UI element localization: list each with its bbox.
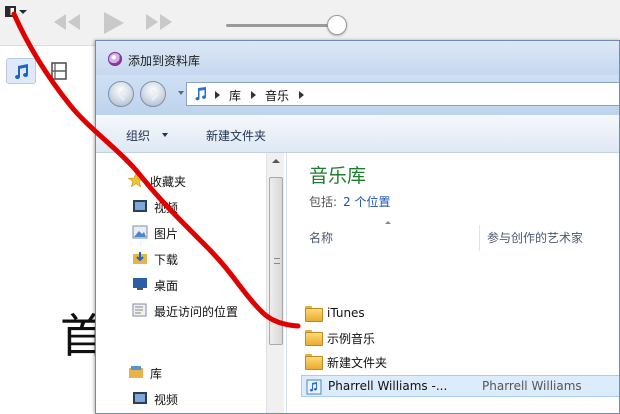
library-locations-link[interactable]: 2 个位置 bbox=[343, 195, 390, 209]
movies-tab[interactable] bbox=[44, 58, 74, 84]
recent-places-icon bbox=[132, 303, 147, 317]
film-icon bbox=[51, 62, 67, 80]
address-bar[interactable]: 库 音乐 bbox=[186, 82, 619, 106]
chevron-right-icon[interactable] bbox=[215, 91, 220, 99]
recent-locations-dropdown[interactable] bbox=[178, 91, 184, 95]
navigation-scrollbar[interactable] bbox=[266, 153, 284, 413]
command-bar: 组织 新建文件夹 bbox=[96, 115, 619, 153]
library-icon bbox=[129, 366, 143, 378]
folder-icon bbox=[305, 306, 323, 322]
scrollbar-thumb[interactable] bbox=[269, 177, 283, 345]
list-item-selected[interactable]: Pharrell Williams -... Pharrell Williams bbox=[301, 375, 619, 397]
column-header-name[interactable]: 名称 bbox=[309, 229, 333, 253]
new-folder-button[interactable]: 新建文件夹 bbox=[206, 127, 266, 144]
dialog-titlebar[interactable]: 添加到资料库 bbox=[96, 41, 619, 75]
forward-button[interactable] bbox=[140, 81, 166, 107]
chevron-down-icon[interactable] bbox=[162, 133, 168, 137]
video-icon bbox=[133, 392, 147, 404]
music-tab[interactable] bbox=[6, 58, 36, 84]
chevron-right-icon[interactable] bbox=[251, 91, 256, 99]
itunes-app-icon bbox=[108, 52, 122, 66]
play-icon[interactable] bbox=[100, 10, 126, 36]
download-folder-icon bbox=[133, 252, 147, 264]
music-library-icon bbox=[195, 87, 207, 101]
sort-ascending-icon bbox=[385, 221, 391, 224]
volume-slider-knob[interactable] bbox=[327, 15, 347, 35]
arrow-left-icon bbox=[117, 89, 125, 101]
organize-button[interactable]: 组织 bbox=[126, 127, 150, 144]
scroll-up-arrow-icon[interactable] bbox=[272, 159, 280, 163]
breadcrumb-library[interactable]: 库 bbox=[229, 87, 241, 104]
picture-icon bbox=[132, 225, 148, 239]
library-includes: 包括: 2 个位置 bbox=[309, 195, 391, 209]
dialog-title: 添加到资料库 bbox=[128, 54, 201, 68]
address-row: 库 音乐 bbox=[96, 75, 619, 115]
audio-file-icon bbox=[306, 379, 322, 395]
itunes-media-tabs bbox=[0, 58, 100, 84]
file-list-pane: 音乐库 包括: 2 个位置 名称 参与创作的艺术家 iTunes 示例音乐 新建文… bbox=[286, 153, 619, 413]
chevron-right-icon[interactable] bbox=[299, 91, 304, 99]
folder-icon bbox=[305, 354, 323, 370]
arrow-right-icon bbox=[151, 89, 159, 101]
desktop-icon bbox=[133, 278, 147, 290]
library-title: 音乐库 bbox=[309, 165, 367, 187]
previous-track-icon[interactable] bbox=[52, 10, 82, 34]
volume-slider[interactable] bbox=[226, 24, 336, 27]
music-note-icon bbox=[15, 64, 28, 79]
window-menu-icon[interactable] bbox=[5, 5, 29, 19]
navigation-pane: 收藏夹 视频 图片 下载 桌面 最近访问的位置 库 视频 bbox=[96, 153, 286, 413]
star-icon bbox=[128, 173, 144, 187]
video-icon bbox=[133, 200, 147, 212]
column-divider[interactable] bbox=[479, 225, 480, 251]
column-header-artist[interactable]: 参与创作的艺术家 bbox=[487, 229, 583, 253]
add-to-library-dialog: 添加到资料库 库 音乐 组织 新建文件夹 收藏夹 视频 图片 下载 桌面 最近访… bbox=[95, 40, 620, 414]
breadcrumb-music[interactable]: 音乐 bbox=[265, 87, 289, 104]
folder-icon bbox=[305, 330, 323, 346]
back-button[interactable] bbox=[108, 81, 134, 107]
next-track-icon[interactable] bbox=[144, 10, 174, 34]
